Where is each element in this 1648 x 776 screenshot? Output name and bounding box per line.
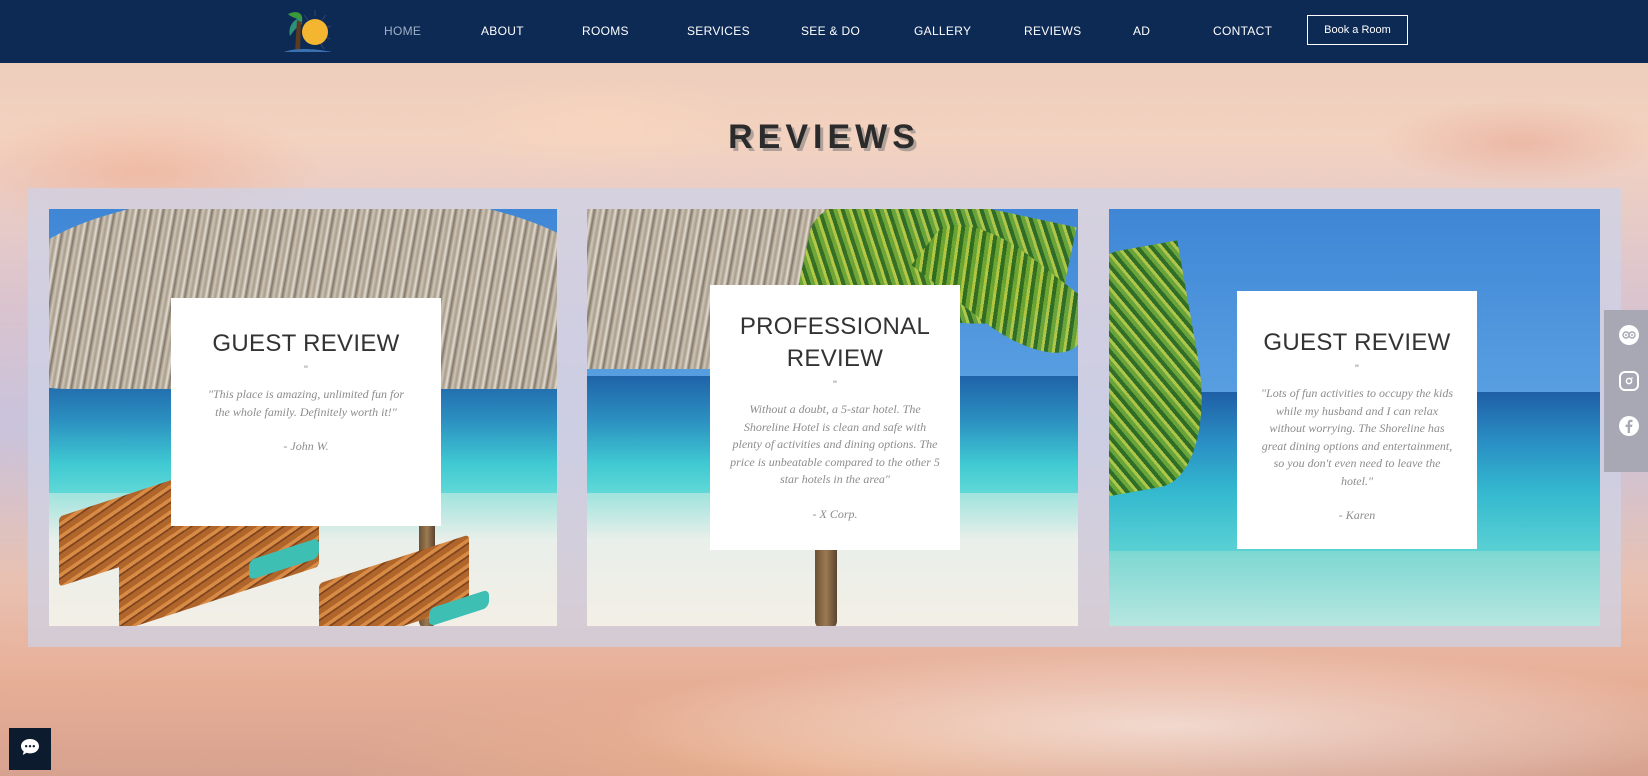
nav-services[interactable]: SERVICES — [687, 24, 750, 38]
page-title: REVIEWS — [728, 118, 920, 156]
review-title: GUEST REVIEW — [212, 330, 400, 357]
social-bar-tip — [1604, 440, 1648, 472]
background-wave — [620, 650, 1648, 776]
nav-home[interactable]: HOME — [384, 24, 421, 38]
nav-contact[interactable]: CONTACT — [1213, 24, 1272, 38]
nav-ad[interactable]: AD — [1133, 24, 1150, 38]
nav-gallery[interactable]: GALLERY — [914, 24, 971, 38]
review-quote: "Lots of fun activities to occupy the ki… — [1260, 386, 1453, 488]
review-author: - Karen — [1338, 508, 1376, 522]
site-header: HOME ABOUT ROOMS SERVICES SEE & DO GALLE… — [0, 0, 1648, 63]
review-card-guest-2: GUEST REVIEW " "Lots of fun activities t… — [1237, 291, 1477, 549]
review-title: GUEST REVIEW — [1263, 329, 1451, 356]
review-title: PROFESSIONAL REVIEW — [739, 313, 931, 372]
quote-mark: " — [833, 379, 837, 391]
review-author: - John W. — [283, 439, 329, 453]
instagram-icon[interactable] — [1619, 371, 1639, 391]
tripadvisor-icon[interactable] — [1619, 325, 1639, 345]
nav-rooms[interactable]: ROOMS — [582, 24, 629, 38]
quote-mark: " — [1355, 363, 1359, 375]
review-quote: "This place is amazing, unlimited fun fo… — [207, 387, 405, 419]
chat-bubble-icon — [20, 738, 40, 761]
nav-see-and-do[interactable]: SEE & DO — [801, 24, 860, 38]
review-author: - X Corp. — [812, 506, 858, 521]
chat-button[interactable] — [9, 728, 51, 770]
review-card-guest-1: GUEST REVIEW " "This place is amazing, u… — [171, 298, 441, 526]
book-a-room-button[interactable]: Book a Room — [1307, 15, 1408, 45]
nav-about[interactable]: ABOUT — [481, 24, 524, 38]
facebook-icon[interactable] — [1619, 416, 1639, 436]
sun-palm-logo-icon[interactable] — [282, 6, 336, 56]
review-card-professional: PROFESSIONAL REVIEW " Without a doubt, a… — [710, 285, 960, 550]
quote-mark: " — [304, 364, 308, 376]
nav-reviews[interactable]: REVIEWS — [1024, 24, 1081, 38]
review-quote: Without a doubt, a 5-star hotel. The Sho… — [730, 402, 940, 486]
